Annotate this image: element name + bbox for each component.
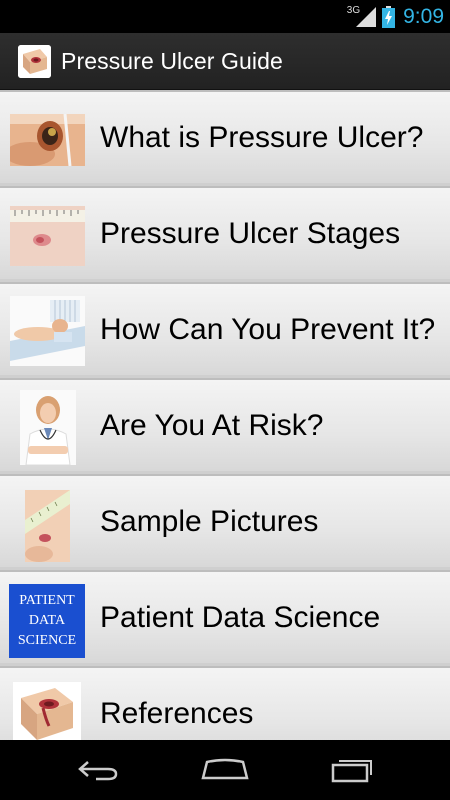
menu-list: What is Pressure Ulcer? Pressure Ulcer S… xyxy=(0,90,450,740)
app-logo-icon[interactable] xyxy=(18,44,51,78)
logo-text-line: DATA xyxy=(28,613,66,628)
references-thumb xyxy=(13,682,81,740)
app-title: Pressure Ulcer Guide xyxy=(61,47,283,74)
network-type: 3G xyxy=(346,5,361,16)
menu-item-what-is-pressure-ulcer[interactable]: What is Pressure Ulcer? xyxy=(0,90,450,183)
logo-text-line: PATIENT xyxy=(19,593,75,608)
doctor-photo-thumb xyxy=(20,390,76,465)
menu-item-sample-pictures[interactable]: Sample Pictures xyxy=(0,474,450,567)
sample-wound-photo-thumb xyxy=(25,490,70,562)
navigation-bar xyxy=(0,740,450,800)
menu-item-label: References xyxy=(100,696,254,730)
menu-item-label: Sample Pictures xyxy=(100,504,319,538)
menu-item-references[interactable]: References xyxy=(0,666,450,740)
back-icon[interactable] xyxy=(68,750,128,790)
menu-item-label: How Can You Prevent It? xyxy=(100,312,436,346)
menu-item-label: What is Pressure Ulcer? xyxy=(100,120,424,154)
clock: 9:09 xyxy=(403,4,444,28)
menu-item-label: Are You At Risk? xyxy=(100,408,324,442)
menu-item-pressure-ulcer-stages[interactable]: Pressure Ulcer Stages xyxy=(0,186,450,279)
home-icon[interactable] xyxy=(195,750,255,790)
menu-item-patient-data-science[interactable]: PATIENT DATA SCIENCE Patient Data Scienc… xyxy=(0,570,450,663)
menu-item-how-can-you-prevent-it[interactable]: How Can You Prevent It? xyxy=(0,282,450,375)
menu-item-label: Pressure Ulcer Stages xyxy=(100,216,401,250)
recent-apps-icon[interactable] xyxy=(322,750,382,790)
status-bar: 3G 9:09 xyxy=(0,0,450,33)
ruler-skin-photo-thumb xyxy=(10,206,85,266)
patient-data-science-logo-thumb: PATIENT DATA SCIENCE xyxy=(9,584,85,658)
action-bar: Pressure Ulcer Guide xyxy=(0,33,450,90)
wound-photo-thumb xyxy=(10,114,85,182)
menu-item-label: Patient Data Science xyxy=(100,600,381,634)
menu-item-are-you-at-risk[interactable]: Are You At Risk? xyxy=(0,378,450,471)
battery-charging-icon xyxy=(382,5,396,28)
logo-text-line: SCIENCE xyxy=(17,633,77,648)
patient-bed-photo-thumb xyxy=(10,296,85,366)
